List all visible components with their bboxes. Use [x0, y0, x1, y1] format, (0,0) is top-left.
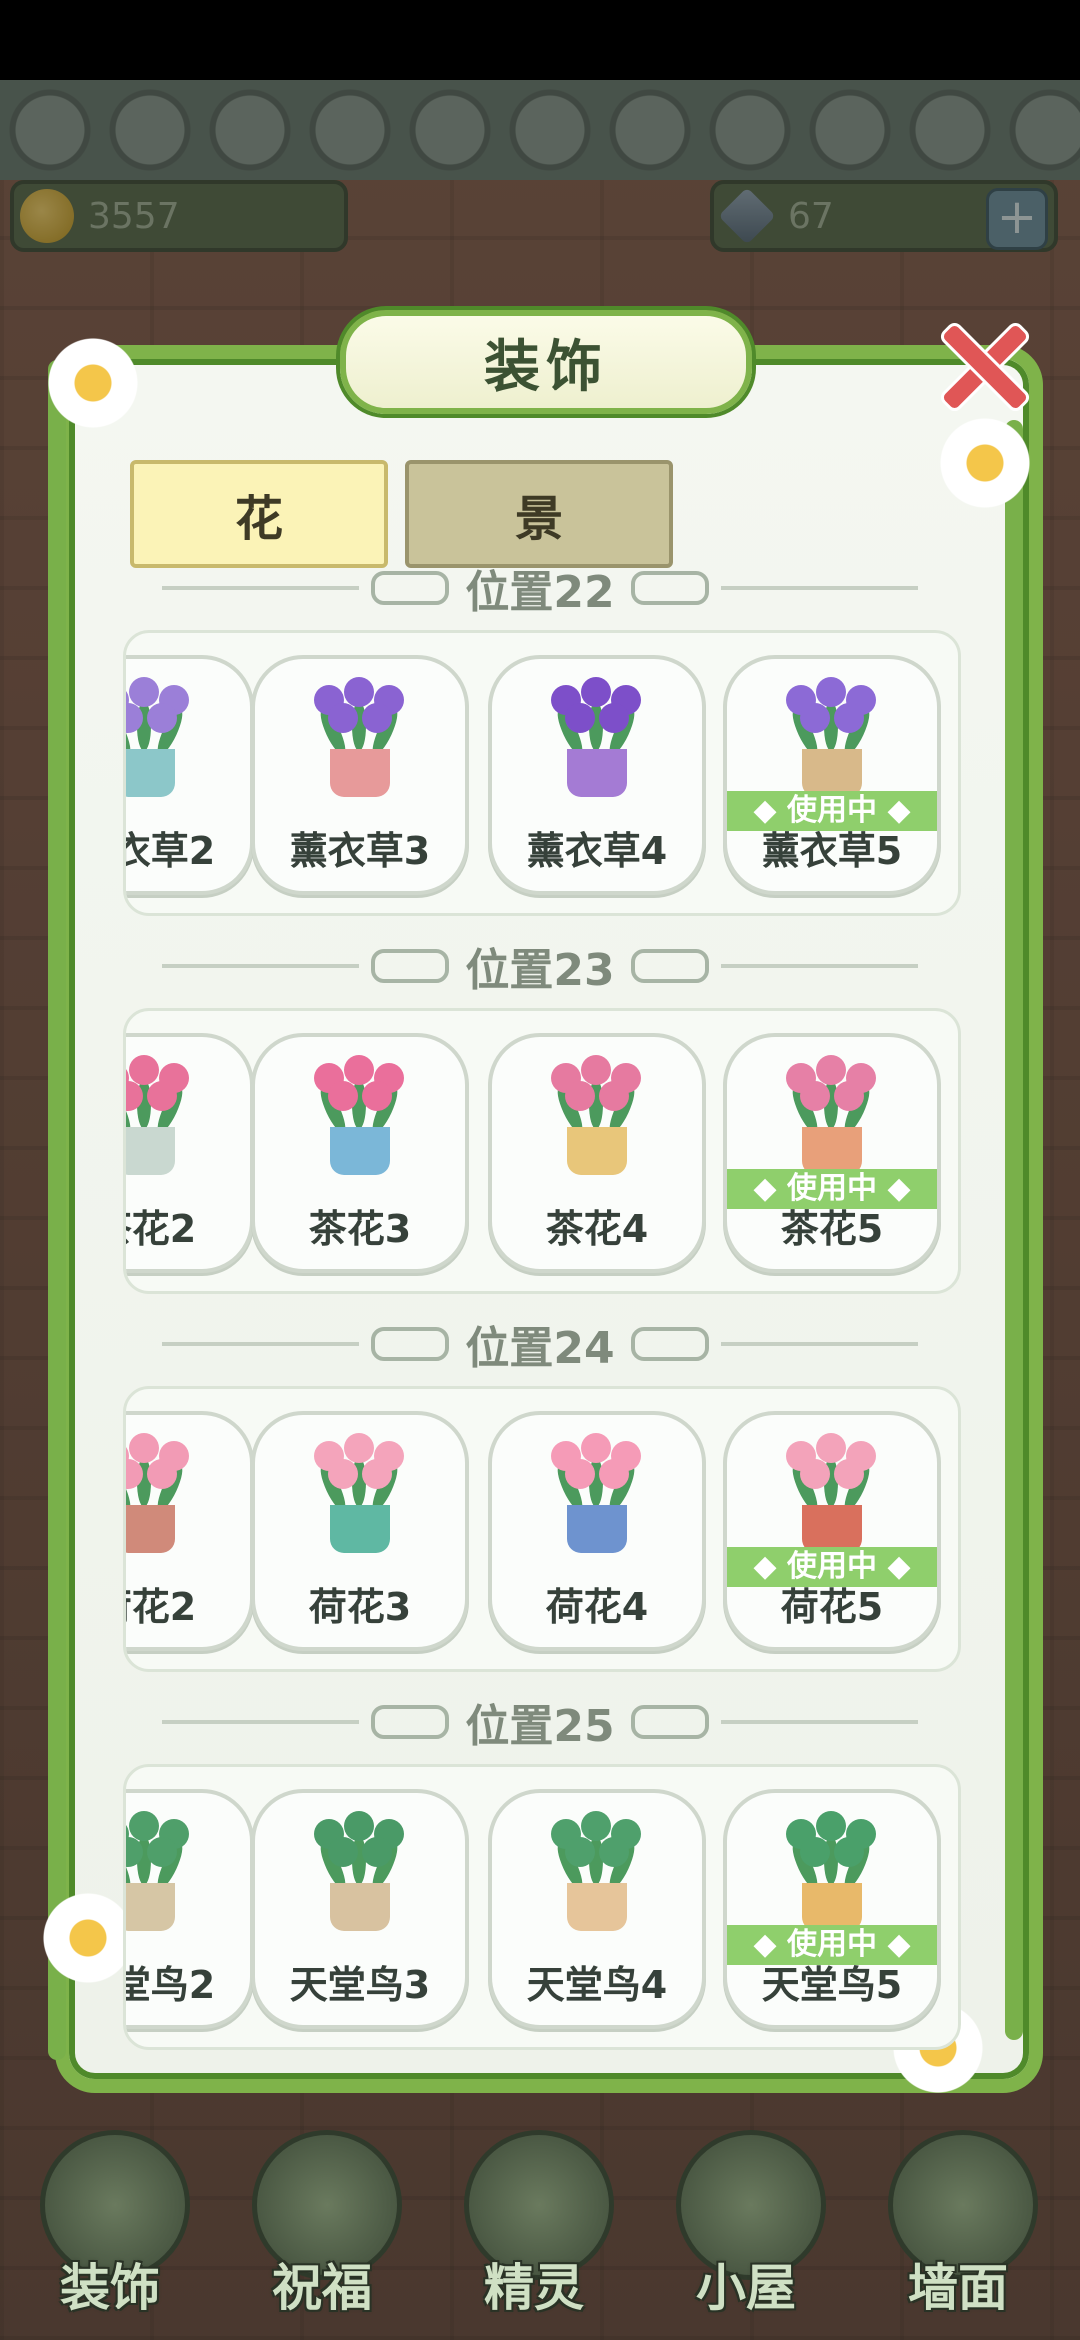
swirl-ornament-icon	[630, 949, 709, 983]
item-name: 薰衣草2	[126, 829, 216, 873]
divider-line	[720, 1720, 919, 1724]
nav-label: 装饰	[60, 2259, 160, 2317]
section-title: 位置25	[465, 1701, 615, 1752]
dialog-title: 装饰	[340, 310, 752, 414]
nav-item[interactable]: 精灵	[434, 2110, 634, 2340]
decoration-item-card[interactable]: 茶花3	[251, 1033, 469, 1273]
potted-plant-icon	[772, 1811, 892, 1931]
item-name: 茶花3	[308, 1207, 412, 1251]
swirl-ornament-icon	[371, 949, 450, 983]
decoration-item-card[interactable]: ◆ 使用中 ◆ 荷花5	[723, 1411, 941, 1651]
tab-scenery[interactable]: 景	[405, 460, 673, 568]
potted-plant-icon	[537, 677, 657, 797]
item-name: 茶花2	[126, 1207, 197, 1251]
item-name: 荷花2	[126, 1585, 197, 1629]
divider-line	[720, 586, 919, 590]
potted-plant-icon	[772, 1055, 892, 1175]
decoration-item-card[interactable]: 薰衣草2	[126, 655, 254, 895]
item-name: 荷花3	[308, 1585, 412, 1629]
potted-plant-icon	[300, 1055, 420, 1175]
item-name: 茶花5	[780, 1207, 884, 1251]
section-header: 位置25	[150, 1694, 930, 1752]
item-name: 薰衣草4	[526, 829, 668, 873]
section-header: 位置22	[150, 560, 930, 618]
item-name: 天堂鸟2	[126, 1963, 216, 2007]
swirl-ornament-icon	[371, 571, 450, 605]
nav-label: 祝福	[272, 2259, 372, 2317]
nav-label: 墙面	[908, 2259, 1008, 2317]
item-row[interactable]: 荷花2 荷花3 荷花4 ◆ 使用中 ◆荷花5	[123, 1386, 961, 1672]
decoration-item-card[interactable]: 荷花4	[488, 1411, 706, 1651]
daisy-top-right	[937, 415, 1033, 511]
decoration-item-card[interactable]: ◆ 使用中 ◆ 茶花5	[723, 1033, 941, 1273]
item-name: 天堂鸟5	[761, 1963, 903, 2007]
potted-plant-icon	[300, 1811, 420, 1931]
divider-line	[162, 964, 360, 968]
item-name: 荷花4	[545, 1585, 649, 1629]
item-name: 天堂鸟3	[289, 1963, 431, 2007]
section-title: 位置22	[465, 567, 615, 618]
potted-plant-icon	[537, 1811, 657, 1931]
divider-line	[720, 964, 919, 968]
item-name: 天堂鸟4	[526, 1963, 668, 2007]
divider-line	[162, 586, 360, 590]
decoration-item-card[interactable]: 薰衣草4	[488, 655, 706, 895]
swirl-ornament-icon	[371, 1327, 450, 1361]
potted-plant-icon	[537, 1433, 657, 1553]
section-title: 位置23	[465, 945, 615, 996]
swirl-ornament-icon	[371, 1705, 450, 1739]
decoration-item-card[interactable]: 荷花2	[126, 1411, 254, 1651]
potted-plant-icon	[300, 677, 420, 797]
item-row[interactable]: 茶花2 茶花3 茶花4 ◆ 使用中 ◆茶花5	[123, 1008, 961, 1294]
vine-left	[48, 360, 66, 2060]
item-row[interactable]: 薰衣草2 薰衣草3 薰衣草4 ◆ 使用中 ◆薰衣草5	[123, 630, 961, 916]
decoration-item-card[interactable]: ◆ 使用中 ◆ 薰衣草5	[723, 655, 941, 895]
potted-plant-icon	[126, 1433, 205, 1553]
potted-plant-icon	[126, 1811, 205, 1931]
nav-label: 精灵	[484, 2259, 584, 2317]
item-name: 薰衣草5	[761, 829, 903, 873]
tab-flowers[interactable]: 花	[130, 460, 388, 568]
decoration-item-card[interactable]: 茶花2	[126, 1033, 254, 1273]
divider-line	[162, 1342, 360, 1346]
daisy-bottom-left	[40, 1890, 136, 1986]
section-header: 位置23	[150, 938, 930, 996]
nav-item[interactable]: 小屋	[646, 2110, 846, 2340]
decoration-item-card[interactable]: 天堂鸟4	[488, 1789, 706, 2029]
potted-plant-icon	[537, 1055, 657, 1175]
decoration-item-card[interactable]: 天堂鸟3	[251, 1789, 469, 2029]
game-screen: 3557 67 + 装饰祝福精灵小屋墙面 装饰 花 景 位置22薰衣草2薰衣草3…	[0, 0, 1080, 2340]
decoration-item-card[interactable]: 茶花4	[488, 1033, 706, 1273]
bottom-nav: 装饰 祝福 精灵 小屋 墙面	[0, 2110, 1080, 2340]
nav-item[interactable]: 墙面	[858, 2110, 1058, 2340]
swirl-ornament-icon	[630, 1705, 709, 1739]
swirl-ornament-icon	[630, 1327, 709, 1361]
swirl-ornament-icon	[630, 571, 709, 605]
item-name: 薰衣草3	[289, 829, 431, 873]
item-row[interactable]: 天堂鸟2 天堂鸟3 天堂鸟4 ◆ 使用中 ◆天堂鸟5	[123, 1764, 961, 2050]
potted-plant-icon	[772, 1433, 892, 1553]
decoration-item-card[interactable]: 天堂鸟2	[126, 1789, 254, 2029]
decoration-item-card[interactable]: 薰衣草3	[251, 655, 469, 895]
nav-label: 小屋	[696, 2259, 796, 2317]
section-header: 位置24	[150, 1316, 930, 1374]
decoration-item-card[interactable]: ◆ 使用中 ◆ 天堂鸟5	[723, 1789, 941, 2029]
close-button[interactable]	[935, 318, 1027, 410]
vine-right	[1005, 420, 1023, 2040]
divider-line	[162, 1720, 360, 1724]
potted-plant-icon	[126, 1055, 205, 1175]
potted-plant-icon	[126, 677, 205, 797]
divider-line	[720, 1342, 919, 1346]
section-title: 位置24	[465, 1323, 615, 1374]
daisy-top-left	[45, 335, 141, 431]
potted-plant-icon	[300, 1433, 420, 1553]
item-name: 茶花4	[545, 1207, 649, 1251]
item-name: 荷花5	[780, 1585, 884, 1629]
potted-plant-icon	[772, 677, 892, 797]
status-bar	[0, 0, 1080, 80]
nav-item[interactable]: 装饰	[10, 2110, 210, 2340]
decoration-item-card[interactable]: 荷花3	[251, 1411, 469, 1651]
nav-item[interactable]: 祝福	[222, 2110, 422, 2340]
